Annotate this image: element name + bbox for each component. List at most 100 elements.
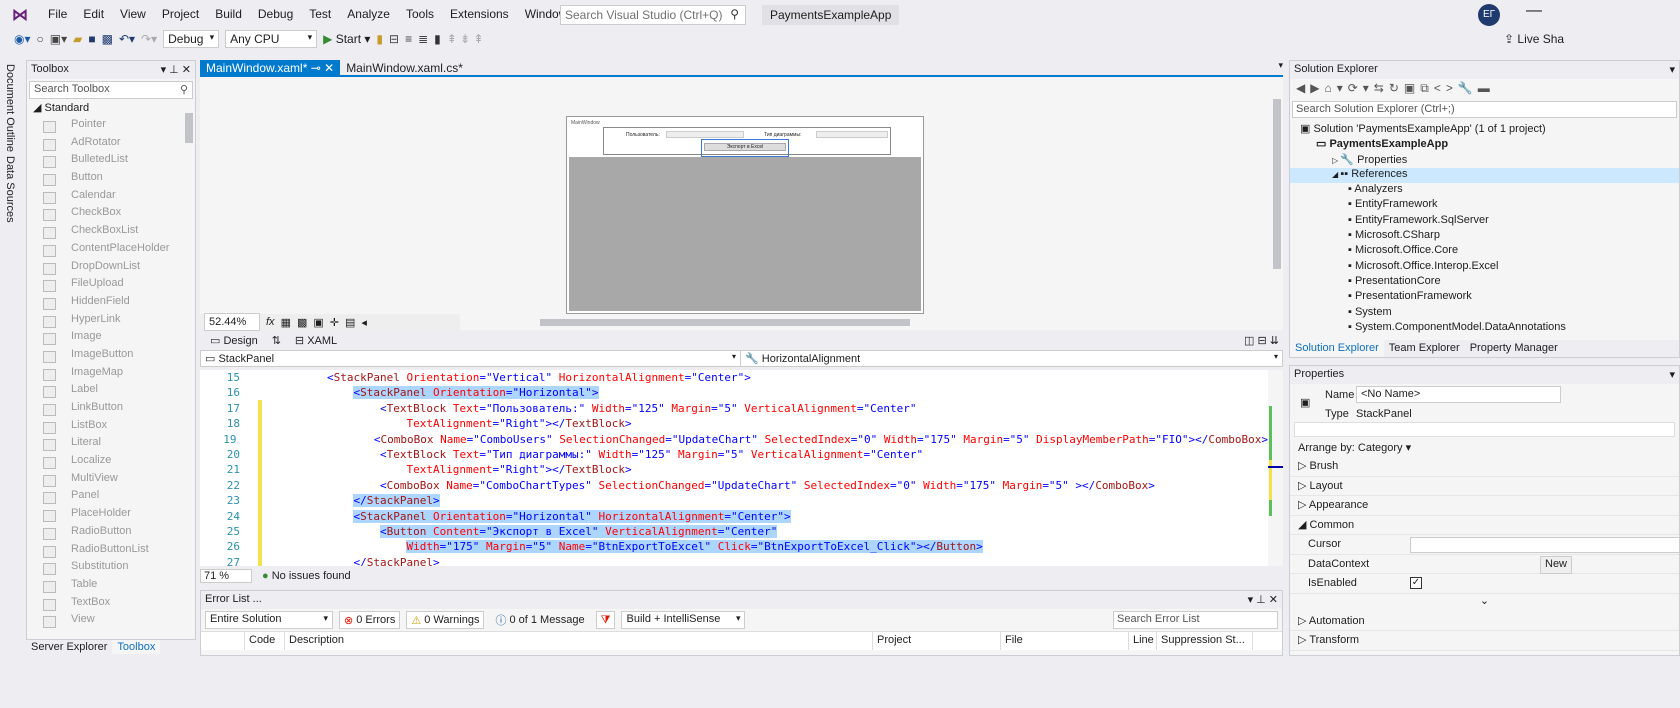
toolbox-item[interactable]: PlaceHolder [27, 507, 195, 525]
tab-mainwindow-xaml[interactable]: MainWindow.xaml* ⊸ ✕ [200, 60, 341, 75]
toolbox-scrollbar[interactable] [185, 113, 193, 143]
toolbox-item[interactable]: CheckBox [27, 206, 195, 224]
toolbox-search-input[interactable]: Search Toolbox ⚲ [29, 81, 193, 99]
toolbox-item[interactable]: CheckBoxList [27, 224, 195, 242]
toolbox-item[interactable]: Label [27, 383, 195, 401]
menu-test[interactable]: Test [301, 7, 339, 21]
property-search-input[interactable] [1294, 422, 1675, 437]
pin-icon[interactable]: ⊸ [311, 61, 321, 75]
toolbox-tab[interactable]: Toolbox [112, 640, 161, 654]
configuration-select[interactable]: Debug [163, 30, 220, 48]
tab-property-manager[interactable]: Property Manager [1465, 340, 1563, 357]
menu-build[interactable]: Build [207, 7, 250, 21]
error-scope-select[interactable]: Entire Solution [205, 611, 333, 629]
start-button[interactable]: ▶ Start ▾ [323, 32, 370, 46]
tree-item[interactable]: ◢ ▪▪ References [1290, 167, 1679, 184]
error-col-header[interactable]: Suppression St... [1157, 632, 1253, 650]
chart-combo-preview[interactable] [816, 131, 888, 138]
menu-tools[interactable]: Tools [398, 7, 442, 21]
pin-close-icons[interactable]: ▾ ⊥ ✕ [1248, 593, 1278, 607]
close-icon[interactable]: ✕ [324, 61, 334, 75]
toolbox-item[interactable]: ListBox [27, 419, 195, 437]
tree-item[interactable]: ▭ PaymentsExampleApp [1290, 137, 1679, 152]
menu-extensions[interactable]: Extensions [442, 7, 517, 21]
users-combo-preview[interactable] [666, 131, 744, 138]
toolbox-item[interactable]: RadioButton [27, 525, 195, 543]
tab-design[interactable]: ▭ Design [210, 334, 258, 347]
comment-icon[interactable]: ≡ [405, 32, 412, 46]
menu-view[interactable]: View [112, 7, 154, 21]
menu-file[interactable]: File [40, 7, 75, 21]
tab-team-explorer[interactable]: Team Explorer [1384, 340, 1465, 357]
tab-xaml[interactable]: ⊟ XAML [295, 334, 337, 347]
code-vscroll[interactable] [1268, 370, 1283, 566]
category-common[interactable]: ◢ Common [1290, 516, 1679, 535]
toolbox-item[interactable]: Pointer [27, 118, 195, 136]
designer-vscroll[interactable] [1273, 99, 1281, 269]
toolbox-item[interactable]: Literal [27, 436, 195, 454]
dropdown-icon[interactable]: ▾ [1669, 368, 1675, 382]
tab-mainwindow-xaml-cs[interactable]: MainWindow.xaml.cs* [340, 60, 469, 75]
toolbox-item[interactable]: TextBox [27, 596, 195, 614]
open-icon[interactable]: ▰ [73, 32, 82, 46]
toolbox-item[interactable]: ContentPlaceHolder [27, 242, 195, 260]
undo-icon[interactable]: ↶▾ [119, 32, 135, 46]
tab-solution-explorer[interactable]: Solution Explorer [1290, 340, 1384, 357]
formula-icon[interactable]: fx [266, 316, 275, 328]
toolbox-item[interactable]: RadioButtonList [27, 543, 195, 561]
menu-debug[interactable]: Debug [250, 7, 301, 21]
device-icon[interactable]: ▤ [345, 316, 355, 329]
menu-project[interactable]: Project [154, 7, 207, 21]
back-icon[interactable]: ◉▾ [14, 32, 31, 46]
toolbox-item[interactable]: View [27, 613, 195, 631]
solution-explorer-search-input[interactable]: Search Solution Explorer (Ctrl+;) [1292, 101, 1677, 118]
toolbox-item[interactable]: Button [27, 171, 195, 189]
tree-item[interactable]: ▣ Solution 'PaymentsExampleApp' (1 of 1 … [1290, 122, 1679, 137]
artboard-icon[interactable]: ▣ [313, 316, 323, 329]
search-visual-studio-input[interactable]: Search Visual Studio (Ctrl+Q) ⚲ [560, 5, 746, 25]
expand-more-icon[interactable]: ⌄ [1290, 594, 1679, 612]
category-automation[interactable]: ▷ Automation [1290, 612, 1679, 631]
error-col-header[interactable]: Code [245, 632, 285, 650]
warnings-filter-button[interactable]: ⚠ 0 Warnings [406, 611, 485, 629]
tree-item[interactable]: ▪ PresentationFramework [1290, 290, 1679, 305]
error-col-header[interactable]: Project [873, 632, 1001, 650]
tree-item[interactable]: ▪ PresentationCore [1290, 275, 1679, 290]
toolbox-item[interactable]: Substitution [27, 560, 195, 578]
tree-item[interactable]: ▪ Microsoft.Office.Interop.Excel [1290, 260, 1679, 275]
snap-lines-icon[interactable]: ✛ [330, 316, 339, 329]
toolbox-item[interactable]: ImageMap [27, 366, 195, 384]
error-list-search-input[interactable]: Search Error List [1113, 611, 1278, 629]
find-icon[interactable]: ▮ [376, 32, 383, 46]
messages-filter-button[interactable]: ⓘ 0 of 1 Message [490, 611, 589, 629]
swap-panes-button[interactable]: ⇅ [272, 334, 281, 347]
tree-item[interactable]: ▪ EntityFramework.SqlServer [1290, 214, 1679, 229]
category-layout[interactable]: ▷ Layout [1290, 477, 1679, 496]
category-brush[interactable]: ▷ Brush [1290, 457, 1679, 477]
toolbox-item[interactable]: HiddenField [27, 295, 195, 313]
new-datacontext-button[interactable]: New [1540, 555, 1573, 574]
bookmark-nav-icon[interactable]: ⇞ ⇟ ⇞ [447, 32, 484, 46]
uncomment-icon[interactable]: ≣ [418, 32, 428, 46]
toolbox-item[interactable]: DropDownList [27, 260, 195, 278]
arrange-by-select[interactable]: Arrange by: Category ▾ [1290, 437, 1679, 457]
snap-grid-icon[interactable]: ▩ [297, 316, 307, 329]
toolbox-item[interactable]: Localize [27, 454, 195, 472]
designer-hscroll[interactable] [540, 319, 910, 326]
toolbox-item[interactable]: LinkButton [27, 401, 195, 419]
redo-icon[interactable]: ↷▾ [141, 32, 157, 46]
toolbox-item[interactable]: BulletedList [27, 153, 195, 171]
toolbox-item[interactable]: Image [27, 330, 195, 348]
no-issues-indicator[interactable]: ● No issues found [262, 570, 351, 582]
tree-item[interactable]: ▷ 🔧 Properties [1290, 153, 1679, 168]
toolbox-item[interactable]: MultiView [27, 472, 195, 490]
design-surface[interactable]: MainWindow Пользователь: Тип диаграммы: … [200, 77, 1283, 331]
element-nav-select[interactable]: ▭ StackPanel ▾ [201, 351, 741, 366]
tree-item[interactable]: ▪ System.ComponentModel.DataAnnotations [1290, 321, 1679, 336]
tree-item[interactable]: ▪ EntityFramework [1290, 198, 1679, 213]
pin-close-icons[interactable]: ▾ ⊥ ✕ [161, 63, 191, 77]
toolbox-item[interactable]: Panel [27, 489, 195, 507]
minimize-button[interactable]: — [1526, 2, 1542, 20]
errors-filter-button[interactable]: ⊗ 0 Errors [339, 611, 401, 629]
split-layout-icons[interactable]: ◫ ⊟ ⇊ [1244, 334, 1283, 347]
